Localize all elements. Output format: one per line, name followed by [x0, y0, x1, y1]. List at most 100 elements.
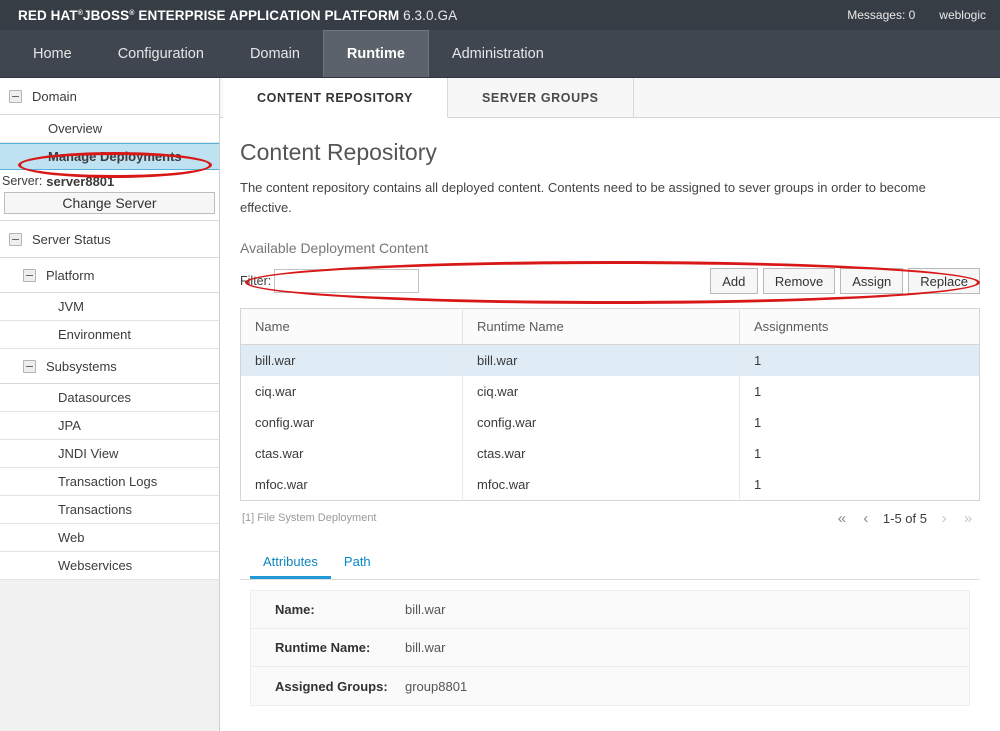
cell-runtime-name: ctas.war [462, 438, 740, 470]
attribute-row-assigned-groups: Assigned Groups: group8801 [251, 667, 969, 705]
tab-content-repository[interactable]: CONTENT REPOSITORY [223, 78, 448, 118]
sidebar-item-overview[interactable]: Overview [0, 115, 219, 143]
cell-runtime-name: bill.war [462, 344, 740, 377]
filter-input[interactable] [274, 269, 420, 294]
sidebar-item-web[interactable]: Web [0, 524, 219, 552]
main-nav: Home Configuration Domain Runtime Admini… [0, 30, 1000, 78]
table-row[interactable]: ciq.war ciq.war 1 [240, 376, 980, 408]
page-title: Content Repository [240, 139, 437, 165]
server-label: Server: [2, 174, 43, 188]
sidebar-item-jpa[interactable]: JPA [0, 412, 219, 440]
content-area: CONTENT REPOSITORY SERVER GROUPS Content… [220, 78, 1000, 731]
sidebar-item-webservices-label: Webservices [58, 558, 133, 573]
replace-button[interactable]: Replace [908, 268, 980, 295]
attribute-value-assigned-groups: group8801 [405, 678, 468, 694]
section-label-available-deployment-content: Available Deployment Content [240, 240, 429, 257]
table-header-row: Name Runtime Name Assignments [240, 308, 980, 346]
sidebar-item-transaction-logs-label: Transaction Logs [58, 474, 158, 489]
cell-name: bill.war [240, 344, 463, 377]
remove-button[interactable]: Remove [762, 268, 836, 295]
brand-bar: RED HAT®JBOSS® ENTERPRISE APPLICATION PL… [0, 0, 1000, 30]
trademark-icon-2: ® [129, 9, 135, 17]
table-row[interactable]: mfoc.war mfoc.war 1 [240, 469, 980, 501]
sidebar-group-platform-label: Platform [46, 267, 95, 283]
nav-item-home[interactable]: Home [10, 30, 95, 77]
table-row[interactable]: bill.war bill.war 1 [240, 344, 980, 377]
sidebar-section-domain[interactable]: Domain [0, 78, 219, 115]
sidebar-item-datasources[interactable]: Datasources [0, 384, 219, 412]
nav-item-administration[interactable]: Administration [429, 30, 567, 77]
nav-item-runtime[interactable]: Runtime [322, 30, 429, 77]
attributes-panel: Name: bill.war Runtime Name: bill.war As… [250, 590, 970, 707]
sidebar-item-jvm[interactable]: JVM [0, 293, 219, 321]
cell-assignments: 1 [754, 446, 762, 462]
attribute-label-name: Name: [275, 602, 315, 618]
next-page-icon[interactable]: › [934, 508, 954, 528]
current-server-row: Server: server8801 [0, 170, 219, 192]
brand-bar-right: Messages: 0 weblogic [847, 8, 986, 22]
cell-name: mfoc.war [240, 469, 463, 501]
sidebar-item-environment-label: Environment [58, 327, 131, 342]
cell-assignments: 1 [754, 384, 762, 400]
sidebar-item-web-label: Web [58, 530, 85, 545]
sidebar-item-environment[interactable]: Environment [0, 321, 219, 349]
change-server-button[interactable]: Change Server [4, 192, 215, 214]
last-page-icon[interactable]: » [958, 508, 978, 528]
column-header-name[interactable]: Name [240, 308, 463, 346]
brand-jboss: JBOSS [82, 7, 130, 23]
column-header-assignments[interactable]: Assignments [739, 308, 980, 346]
deployment-toolbar: Filter: Add Remove Assign Replace [240, 266, 980, 296]
nav-item-configuration[interactable]: Configuration [95, 30, 227, 77]
attribute-value-name: bill.war [405, 602, 446, 618]
page-range-label: 1-5 of 5 [882, 510, 927, 526]
filter-label: Filter: [240, 274, 272, 289]
content-tabstrip: CONTENT REPOSITORY SERVER GROUPS [220, 78, 1000, 118]
page-body: Domain Overview Manage Deployments Serve… [0, 78, 1000, 731]
cell-assignments: 1 [754, 477, 762, 493]
sidebar-item-overview-label: Overview [48, 121, 103, 136]
cell-runtime-name: config.war [462, 407, 740, 439]
collapse-minus-icon[interactable] [9, 89, 22, 103]
content-pane: Content Repository The content repositor… [220, 118, 1000, 707]
product-title: RED HAT®JBOSS® ENTERPRISE APPLICATION PL… [18, 8, 457, 23]
change-server-wrap: Change Server [0, 192, 219, 221]
subtab-path[interactable]: Path [331, 547, 384, 579]
table-footer: [1] File System Deployment « ‹ 1-5 of 5 … [240, 501, 980, 529]
user-menu[interactable]: weblogic [939, 8, 986, 22]
collapse-minus-icon-4[interactable] [23, 359, 36, 373]
column-header-runtime-name[interactable]: Runtime Name [462, 308, 740, 346]
sidebar-empty-area [0, 580, 219, 720]
cell-assignments: 1 [739, 344, 980, 377]
cell-name: ctas.war [240, 438, 463, 470]
collapse-minus-icon-2[interactable] [9, 232, 22, 246]
cell-runtime-name: mfoc.war [462, 469, 740, 501]
brand-platform: ENTERPRISE APPLICATION PLATFORM [138, 7, 400, 23]
messages-link[interactable]: Messages: 0 [847, 8, 915, 22]
assign-button[interactable]: Assign [840, 268, 904, 295]
sidebar-group-subsystems[interactable]: Subsystems [0, 349, 219, 384]
sidebar-item-webservices[interactable]: Webservices [0, 552, 219, 580]
sidebar-item-manage-deployments[interactable]: Manage Deployments [0, 143, 219, 170]
page-description: The content repository contains all depl… [240, 180, 926, 216]
sidebar-item-jndi-view[interactable]: JNDI View [0, 440, 219, 468]
collapse-minus-icon-3[interactable] [23, 268, 36, 282]
table-head: Name Runtime Name Assignments [240, 308, 980, 346]
first-page-icon[interactable]: « [832, 508, 852, 528]
add-button[interactable]: Add [709, 268, 758, 295]
sidebar-item-datasources-label: Datasources [58, 390, 131, 405]
sidebar-item-transaction-logs[interactable]: Transaction Logs [0, 468, 219, 496]
tab-server-groups[interactable]: SERVER GROUPS [448, 78, 634, 117]
nav-item-domain[interactable]: Domain [227, 30, 323, 77]
sidebar-section-domain-label: Domain [32, 88, 77, 104]
attribute-row-name: Name: bill.war [251, 591, 969, 630]
subtab-attributes[interactable]: Attributes [250, 547, 331, 580]
sidebar-section-server-status[interactable]: Server Status [0, 221, 219, 258]
sidebar-item-transactions[interactable]: Transactions [0, 496, 219, 524]
prev-page-icon[interactable]: ‹ [856, 508, 876, 528]
cell-name: ciq.war [240, 376, 463, 408]
table-row[interactable]: config.war config.war 1 [240, 407, 980, 439]
deployments-table: Name Runtime Name Assignments bill.war b… [240, 308, 980, 502]
sidebar-group-platform[interactable]: Platform [0, 258, 219, 293]
sidebar-section-server-status-label: Server Status [32, 231, 111, 247]
table-row[interactable]: ctas.war ctas.war 1 [240, 438, 980, 470]
